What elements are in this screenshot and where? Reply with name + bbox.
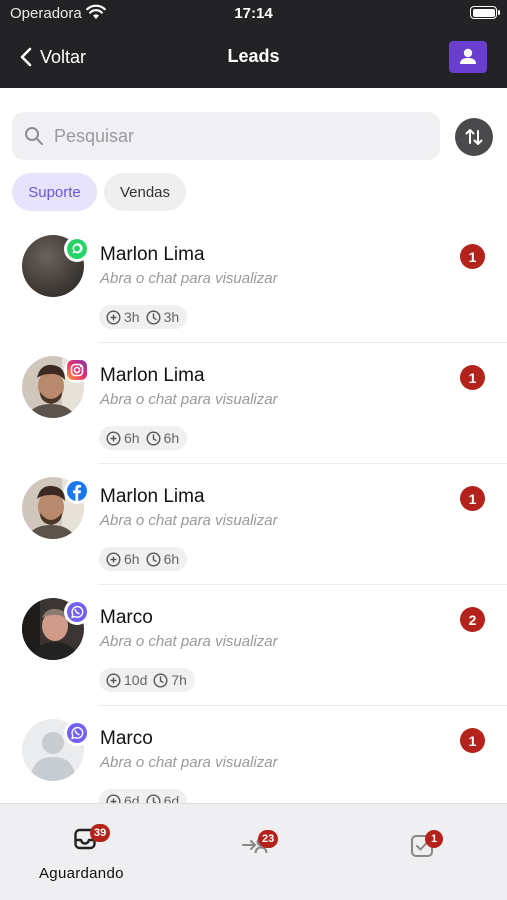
lead-name: Marlon Lima — [100, 486, 205, 507]
unread-badge: 1 — [460, 365, 485, 390]
lead-preview: Abra o chat para visualizar — [100, 633, 278, 650]
tab-badge: 1 — [425, 830, 443, 848]
unread-badge: 1 — [460, 728, 485, 753]
tab-aguardando[interactable]: 39 Aguardando — [20, 804, 150, 900]
lead-preview: Abra o chat para visualizar — [100, 754, 278, 771]
lead-list: Marlon Lima Abra o chat para visualizar … — [0, 222, 507, 803]
lead-row[interactable]: Marlon Lima Abra o chat para visualizar … — [0, 343, 507, 464]
sort-arrows-icon — [465, 129, 483, 145]
plus-circle-icon — [106, 309, 121, 325]
viber-icon — [64, 599, 90, 625]
user-card-icon — [460, 48, 476, 64]
top-bar: Operadora 17:14 Voltar Leads — [0, 0, 507, 88]
tab-finalizados[interactable]: 1 — [370, 804, 480, 900]
profile-button[interactable] — [449, 41, 487, 73]
facebook-icon — [64, 478, 90, 504]
lead-row[interactable]: Marco Abra o chat para visualizar 1 6d 6… — [0, 706, 507, 803]
clock-icon — [153, 672, 168, 688]
created-time: 6d — [124, 793, 140, 803]
search-input[interactable] — [54, 125, 414, 147]
unread-badge: 1 — [460, 486, 485, 511]
created-time: 10d — [124, 672, 148, 688]
page-title: Leads — [227, 46, 280, 66]
bottom-tab-bar: 39 Aguardando 23 1 — [0, 803, 507, 900]
plus-circle-icon — [106, 794, 121, 803]
status-bar: Operadora 17:14 — [0, 0, 507, 28]
lead-name: Marlon Lima — [100, 244, 205, 265]
waiting-time: 7h — [171, 672, 187, 688]
lead-name: Marlon Lima — [100, 365, 205, 386]
lead-name: Marco — [100, 728, 153, 749]
waiting-time: 6h — [163, 430, 180, 446]
instagram-icon — [64, 357, 90, 383]
lead-preview: Abra o chat para visualizar — [100, 512, 278, 529]
plus-circle-icon — [106, 551, 121, 567]
lead-row[interactable]: Marco Abra o chat para visualizar 2 10d … — [0, 585, 507, 706]
sort-button[interactable] — [455, 118, 493, 156]
status-time: 17:14 — [234, 5, 273, 22]
waiting-time: 3h — [163, 309, 180, 325]
lead-preview: Abra o chat para visualizar — [100, 391, 278, 408]
lead-time-info: 6h 6h — [99, 547, 188, 571]
clock-icon — [146, 794, 161, 803]
created-time: 6h — [124, 430, 140, 446]
clock-icon — [146, 551, 161, 567]
filter-chip-suporte[interactable]: Suporte — [12, 173, 97, 211]
lead-time-info: 6h 6h — [99, 426, 188, 450]
lead-time-info: 3h 3h — [99, 305, 188, 329]
viber-icon — [64, 720, 90, 746]
lead-row[interactable]: Marlon Lima Abra o chat para visualizar … — [0, 222, 507, 343]
lead-preview: Abra o chat para visualizar — [100, 270, 278, 287]
clock-icon — [146, 309, 161, 325]
created-time: 3h — [124, 309, 140, 325]
created-time: 6h — [124, 551, 140, 567]
plus-circle-icon — [106, 430, 121, 446]
filter-chip-vendas[interactable]: Vendas — [104, 173, 186, 211]
lead-name: Marco — [100, 607, 153, 628]
lead-row[interactable]: Marlon Lima Abra o chat para visualizar … — [0, 464, 507, 585]
waiting-time: 6d — [163, 793, 180, 803]
search-bar[interactable] — [12, 112, 440, 160]
unread-badge: 2 — [460, 607, 485, 632]
tab-badge: 23 — [258, 830, 279, 848]
lead-time-info: 6d 6d — [99, 789, 188, 803]
tab-badge: 39 — [90, 824, 111, 842]
whatsapp-icon — [64, 236, 90, 262]
unread-badge: 1 — [460, 244, 485, 269]
lead-time-info: 10d 7h — [99, 668, 195, 692]
battery-icon — [470, 6, 500, 19]
tab-label: Aguardando — [39, 865, 124, 882]
waiting-time: 6h — [163, 551, 180, 567]
plus-circle-icon — [106, 672, 121, 688]
clock-icon — [146, 430, 161, 446]
tab-transfers[interactable]: 23 — [200, 804, 310, 900]
search-icon — [25, 127, 43, 145]
